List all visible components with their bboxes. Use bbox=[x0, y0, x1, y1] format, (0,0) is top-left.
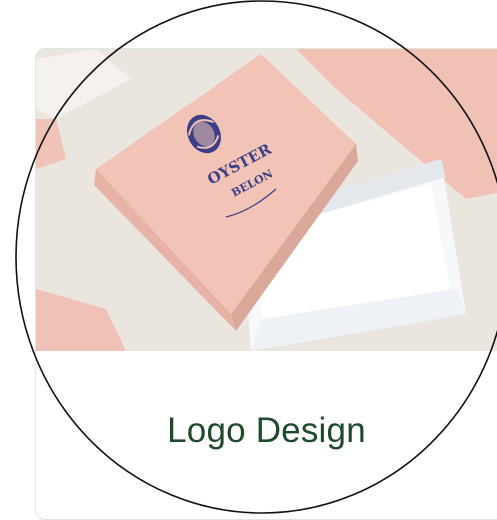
service-card-logo-design[interactable]: OYSTER BELON Logo Design bbox=[35, 48, 497, 520]
packaging-photo: OYSTER BELON bbox=[36, 49, 497, 351]
card-title[interactable]: Logo Design bbox=[36, 411, 497, 451]
card-thumbnail[interactable]: OYSTER BELON bbox=[36, 49, 497, 351]
